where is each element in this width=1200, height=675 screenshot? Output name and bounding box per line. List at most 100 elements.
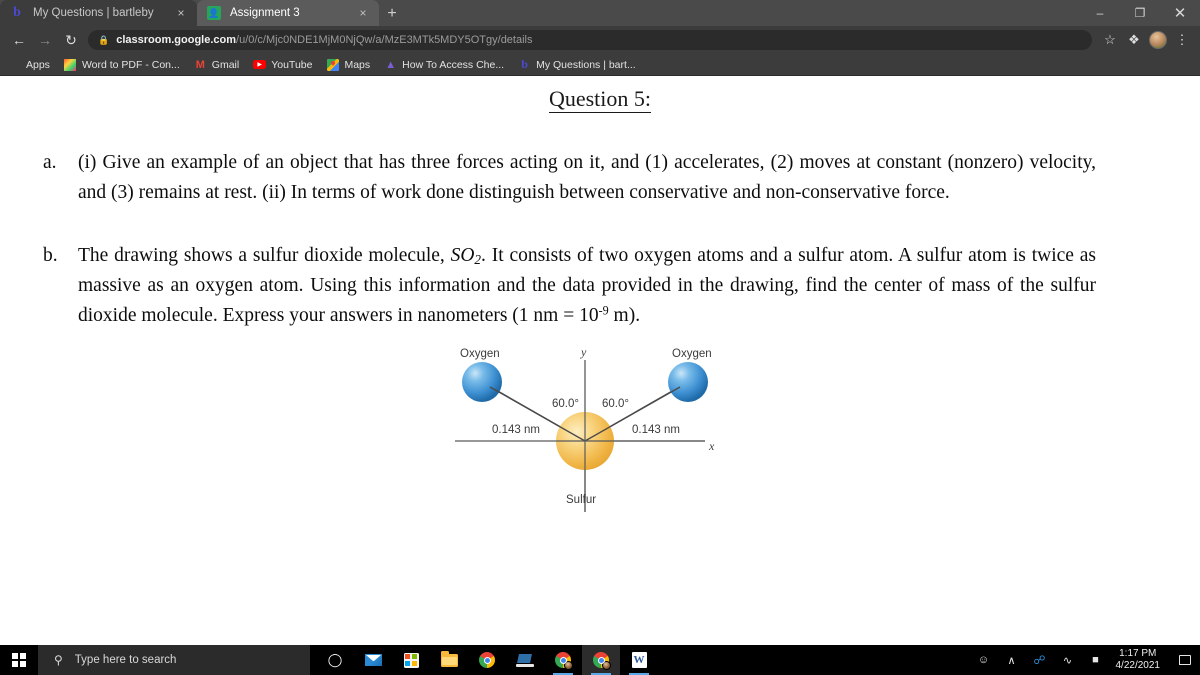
- bluetooth-icon[interactable]: ☍: [1026, 645, 1054, 675]
- item-marker: b.: [43, 245, 58, 267]
- distance-right-label: 0.143 nm: [632, 424, 680, 437]
- word-icon: W: [631, 652, 647, 668]
- item-text: The drawing shows a sulfur dioxide molec…: [78, 241, 1096, 330]
- menu-icon[interactable]: ⋮: [1170, 28, 1194, 52]
- sulfur-label: Sulfur: [566, 494, 597, 507]
- question-item-b: b. The drawing shows a sulfur dioxide mo…: [40, 241, 1096, 330]
- mail-icon: [364, 654, 382, 666]
- bookmark-label: Maps: [344, 58, 371, 71]
- close-icon[interactable]: ×: [355, 5, 371, 21]
- back-icon[interactable]: ←: [6, 27, 32, 53]
- profile-avatar[interactable]: [1149, 31, 1167, 49]
- chevron-up-icon[interactable]: ∧: [998, 645, 1026, 675]
- maximize-button[interactable]: ❐: [1120, 0, 1160, 26]
- forward-icon[interactable]: →: [32, 27, 58, 53]
- oxygen-atom-left: [462, 362, 502, 403]
- bookmark-gmail[interactable]: M Gmail: [194, 58, 240, 71]
- y-axis-label: y: [581, 345, 587, 360]
- url-path: /u/0/c/Mjc0NDE1MjM0NjQw/a/MzE3MTk5MDY5OT…: [236, 34, 533, 46]
- start-button[interactable]: [0, 645, 38, 675]
- bookmarks-bar: Apps Word to PDF - Con... M Gmail ▶ YouT…: [0, 54, 1200, 76]
- item-text-part1: The drawing shows a sulfur dioxide molec…: [78, 245, 451, 267]
- taskbar-apps: ◯ W: [316, 645, 658, 675]
- browser-window: b My Questions | bartleby × 👤 Assignment…: [0, 0, 1200, 675]
- browser-tab-bartleby[interactable]: b My Questions | bartleby ×: [0, 0, 197, 26]
- clock-date: 4/22/2021: [1115, 660, 1161, 671]
- taskbar-file-explorer[interactable]: [430, 645, 468, 675]
- distance-left-label: 0.143 nm: [492, 424, 540, 437]
- windows-taskbar: ⚲ Type here to search ◯ W ☺ ∧ ☍ ∿ ■ 1:17…: [0, 645, 1200, 675]
- bookmark-word-to-pdf[interactable]: Word to PDF - Con...: [64, 58, 180, 71]
- apps-grid-icon: [8, 58, 21, 71]
- x-axis-label: x: [709, 439, 715, 454]
- bookmark-star-icon[interactable]: ☆: [1098, 28, 1122, 52]
- page-content: Question 5: a. (i) Give an example of an…: [0, 76, 1200, 645]
- close-icon[interactable]: ×: [173, 5, 189, 21]
- notifications-icon[interactable]: [1170, 645, 1200, 675]
- browser-toolbar: ← → ↻ 🔒 classroom.google.com /u/0/c/Mjc0…: [0, 26, 1200, 54]
- taskbar-clock[interactable]: 1:17 PM 4/22/2021: [1110, 645, 1171, 675]
- search-placeholder: Type here to search: [74, 654, 177, 666]
- windows-logo-icon: [12, 653, 26, 667]
- item-text: (i) Give an example of an object that ha…: [78, 152, 1096, 203]
- close-window-button[interactable]: ✕: [1160, 0, 1200, 26]
- chrome-icon: [479, 652, 495, 668]
- angle-left-label: 60.0°: [552, 398, 579, 411]
- bartleby-b-icon: b: [521, 57, 528, 71]
- battery-icon[interactable]: ■: [1082, 645, 1110, 675]
- system-tray: ☺ ∧ ☍ ∿ ■ 1:17 PM 4/22/2021: [970, 645, 1200, 675]
- reload-icon[interactable]: ↻: [58, 27, 84, 53]
- extensions-icon[interactable]: ❖: [1122, 28, 1146, 52]
- google-classroom-icon: 👤: [207, 6, 221, 20]
- people-icon[interactable]: ☺: [970, 645, 998, 675]
- bookmark-my-questions[interactable]: b My Questions | bart...: [518, 57, 636, 71]
- taskbar-google-chrome[interactable]: [468, 645, 506, 675]
- store-icon: [403, 652, 419, 668]
- chemical-formula: SO: [450, 245, 475, 267]
- bookmark-label: YouTube: [271, 58, 313, 71]
- browser-tab-assignment-3[interactable]: 👤 Assignment 3 ×: [197, 0, 379, 26]
- minimize-button[interactable]: –: [1080, 0, 1120, 26]
- bookmark-label: Gmail: [211, 58, 240, 71]
- new-tab-button[interactable]: +: [379, 2, 405, 26]
- window-controls: – ❐ ✕: [1080, 0, 1200, 26]
- page-title: Question 5:: [0, 86, 1200, 113]
- tab-title: My Questions | bartleby: [33, 7, 154, 19]
- folder-icon: [440, 650, 458, 667]
- item-text-part3: m).: [608, 304, 641, 326]
- google-maps-icon: [326, 58, 339, 71]
- task-view-icon: ◯: [327, 652, 343, 667]
- bookmark-label: Apps: [26, 58, 50, 71]
- lock-icon: 🔒: [98, 34, 110, 45]
- so2-molecule-diagram: Oxygen Oxygen Sulfur 60.0° 60.0° 0.143 n…: [450, 342, 750, 522]
- taskbar-chrome-window-2[interactable]: [582, 645, 620, 675]
- taskbar-microsoft-word[interactable]: W: [620, 645, 658, 675]
- url-host: classroom.google.com: [116, 34, 237, 46]
- oxygen-left-label: Oxygen: [460, 348, 500, 361]
- notification-box-icon: [1179, 655, 1191, 665]
- youtube-icon: ▶: [253, 58, 267, 71]
- page-title-text: Question 5:: [548, 86, 652, 113]
- bookmark-how-to-access-chem[interactable]: ▲ How To Access Che...: [384, 58, 504, 71]
- oxygen-atom-right: [668, 362, 708, 403]
- chemistry-icon: ▲: [385, 58, 397, 71]
- gmail-icon: M: [195, 58, 205, 71]
- taskbar-search-input[interactable]: ⚲ Type here to search: [38, 645, 310, 675]
- bookmark-maps[interactable]: Maps: [326, 58, 370, 71]
- bookmark-youtube[interactable]: ▶ YouTube: [253, 58, 312, 71]
- bookmark-label: My Questions | bart...: [536, 58, 636, 71]
- taskbar-remote-desktop[interactable]: [506, 645, 544, 675]
- taskbar-chrome-window-1[interactable]: [544, 645, 582, 675]
- address-bar[interactable]: 🔒 classroom.google.com /u/0/c/Mjc0NDE1Mj…: [88, 30, 1092, 50]
- tab-title: Assignment 3: [230, 7, 300, 19]
- bookmark-label: Word to PDF - Con...: [81, 58, 180, 71]
- taskbar-task-view[interactable]: ◯: [316, 645, 354, 675]
- clock-time: 1:17 PM: [1119, 647, 1157, 659]
- wifi-icon[interactable]: ∿: [1054, 645, 1082, 675]
- chrome-profile-icon: [593, 652, 611, 670]
- question-item-a: a. (i) Give an example of an object that…: [40, 148, 1096, 207]
- exponent: -9: [598, 303, 609, 318]
- taskbar-microsoft-store[interactable]: [392, 645, 430, 675]
- bookmark-apps[interactable]: Apps: [8, 58, 50, 71]
- taskbar-mail[interactable]: [354, 645, 392, 675]
